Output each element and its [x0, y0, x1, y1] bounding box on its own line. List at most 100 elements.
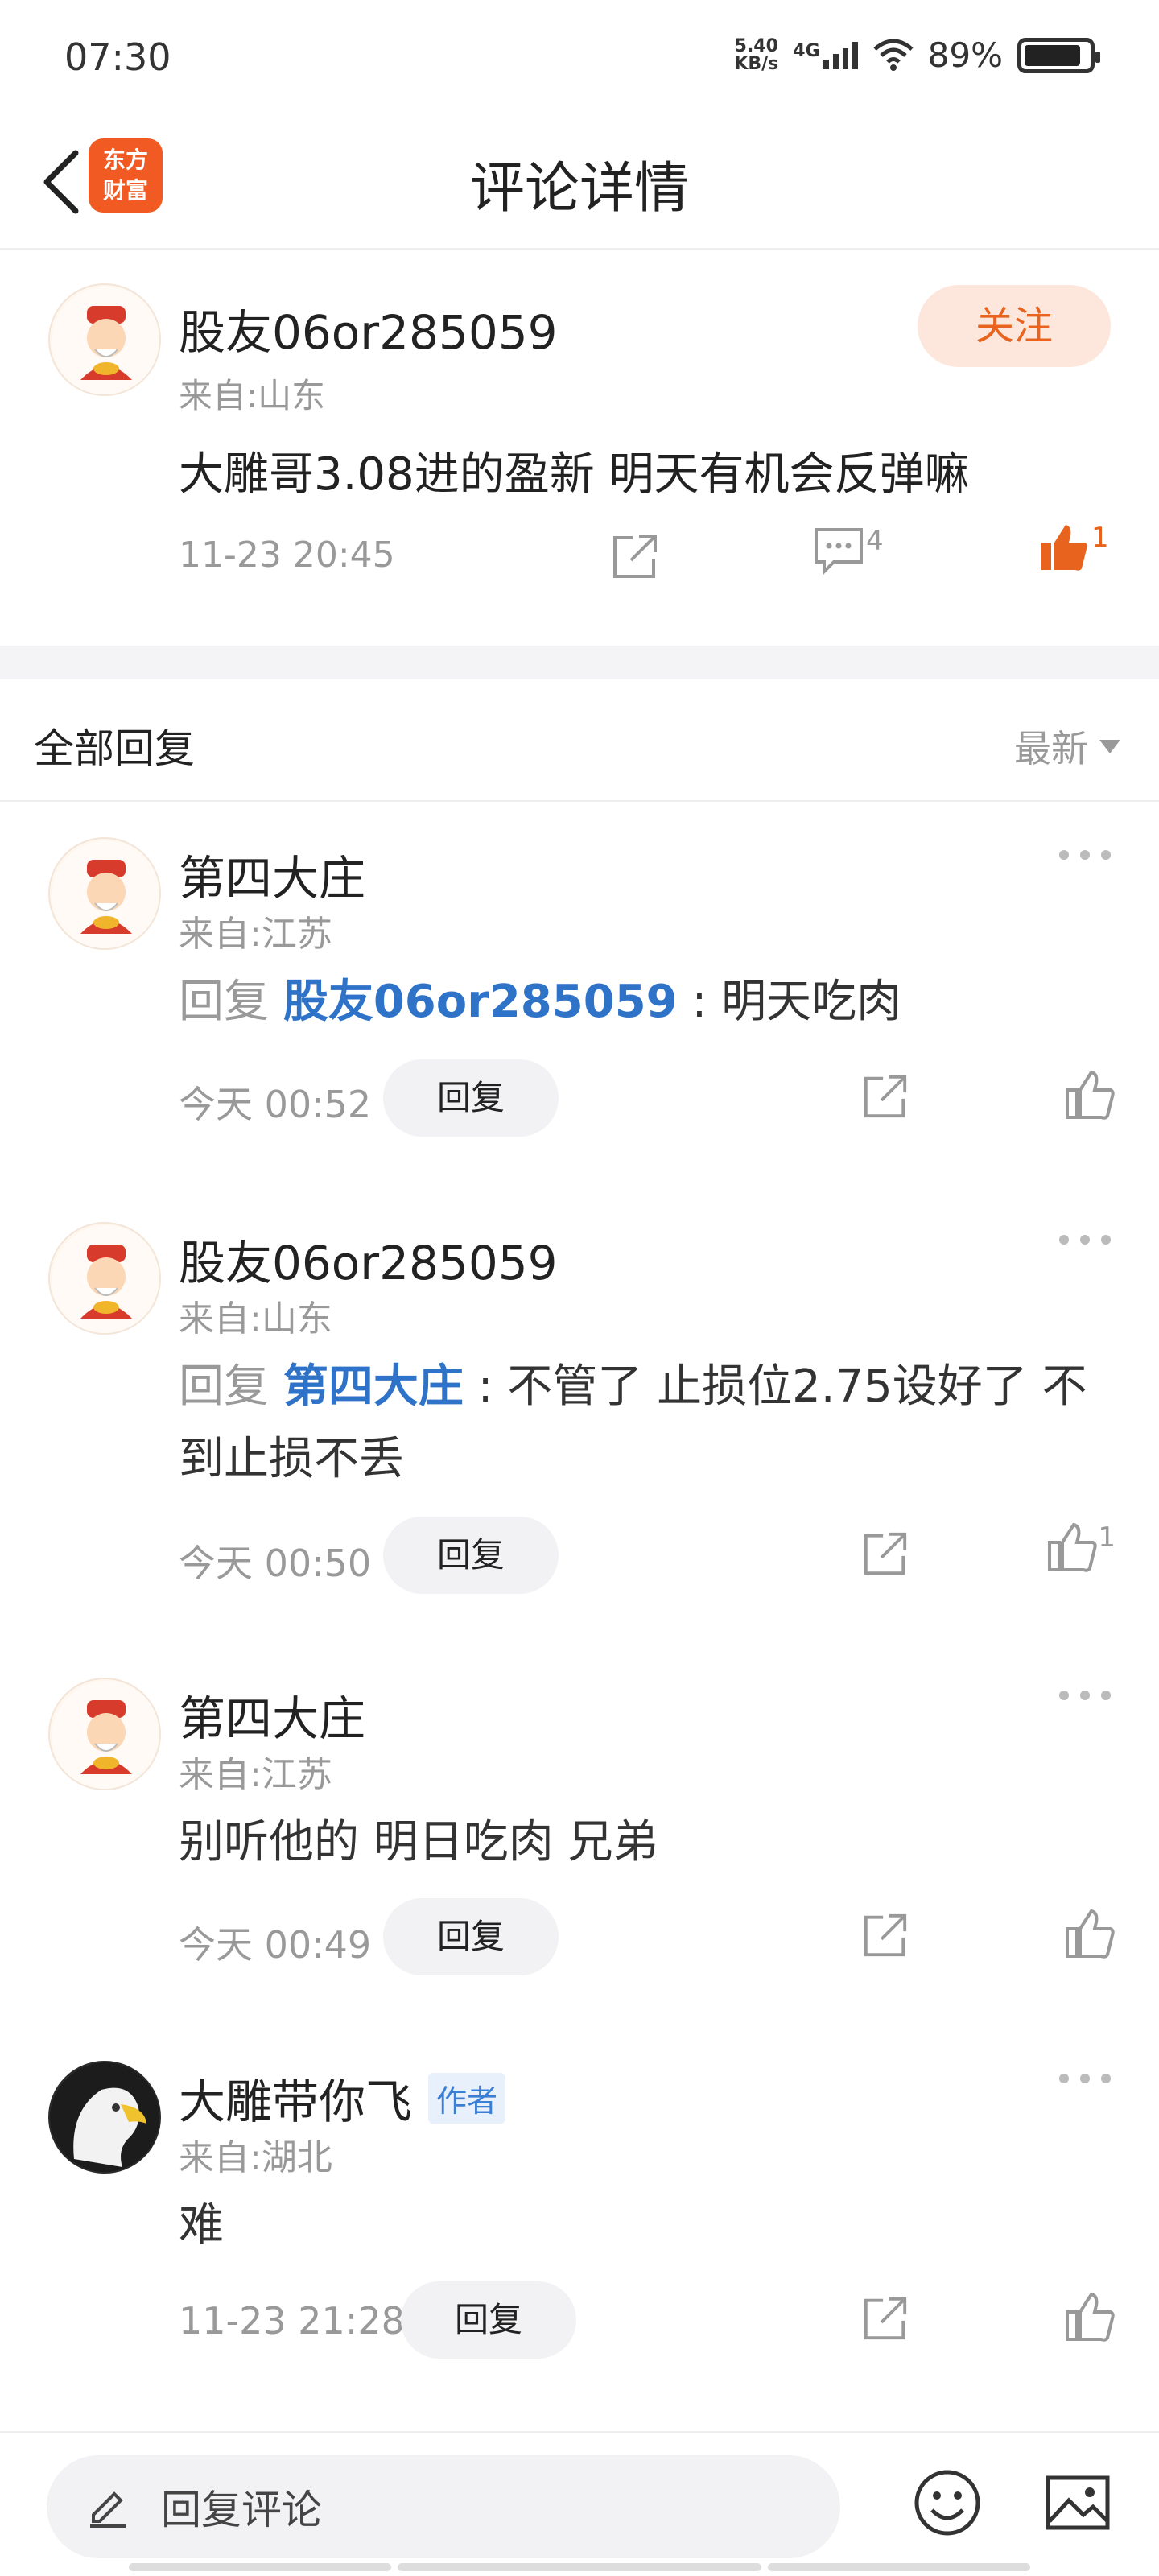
reply-item: 第四大庄 来自:江苏 回复 股友06or285059 : 明天吃肉 今天 00:…: [0, 802, 1159, 1180]
avatar[interactable]: [48, 1222, 161, 1335]
follow-button[interactable]: 关注: [918, 285, 1111, 367]
reply-item: 第四大庄 来自:江苏 别听他的 明日吃肉 兄弟 今天 00:49 回复: [0, 1642, 1159, 2021]
share-icon: [864, 1913, 907, 1957]
nav-indicator: [129, 2563, 391, 2571]
post-time: 11-23 20:45: [179, 535, 395, 576]
status-bar: 07:30 5.40 KB/s 4G 89%: [0, 0, 1159, 121]
main-post: 股友06or285059 来自:山东 关注 大雕哥3.08进的盈新 明天有机会反…: [0, 251, 1159, 646]
like-button[interactable]: [1064, 1908, 1116, 1959]
share-button[interactable]: [861, 1072, 909, 1124]
replies-header: 全部回复 最新: [0, 679, 1159, 802]
like-button[interactable]: [1064, 2291, 1116, 2343]
avatar-eagle-icon: [50, 2062, 159, 2172]
reply-text: 难: [179, 2199, 224, 2252]
reply-comment-input[interactable]: 回复评论: [47, 2455, 840, 2558]
nav-indicator: [398, 2563, 761, 2571]
more-options-button[interactable]: [1059, 850, 1111, 860]
reply-time: 今天 00:52: [179, 1083, 372, 1126]
thumbs-up-icon: [1066, 2292, 1115, 2342]
thumbs-up-icon: [1048, 1522, 1098, 1572]
post-username[interactable]: 股友06or285059: [179, 295, 558, 362]
wifi-icon: [873, 39, 914, 71]
avatar[interactable]: [48, 1678, 161, 1790]
share-icon: [864, 2297, 907, 2340]
like-button[interactable]: 1: [1038, 522, 1109, 573]
thumbs-up-icon: [1066, 1070, 1115, 1120]
share-button[interactable]: [610, 531, 660, 581]
sort-dropdown[interactable]: 最新: [1014, 720, 1120, 773]
battery-fill: [1025, 44, 1081, 66]
reply-time: 11-23 21:28: [179, 2299, 405, 2343]
avatar-caishen-icon: [52, 1225, 159, 1333]
like-count: 1: [1091, 522, 1109, 554]
comment-button[interactable]: 4: [813, 525, 884, 575]
image-icon: [1046, 2475, 1110, 2530]
sort-label: 最新: [1014, 727, 1088, 770]
reply-item: 大雕带你飞 作者 来自:湖北 难 11-23 21:28 回复: [0, 2025, 1159, 2412]
thumbs-up-filled-icon: [1041, 525, 1087, 571]
bottom-bar: 回复评论: [0, 2431, 1159, 2576]
signal-icon: 4G: [793, 41, 858, 69]
share-icon: [613, 535, 657, 578]
reply-location: 来自:江苏: [179, 1754, 332, 1795]
more-options-button[interactable]: [1059, 1235, 1111, 1245]
comment-icon: [815, 528, 863, 575]
replies-title: 全部回复: [34, 725, 195, 772]
caret-down-icon: [1099, 739, 1120, 753]
reply-button[interactable]: 回复: [383, 1898, 559, 1975]
battery-percent: 89%: [927, 35, 1003, 75]
reply-item: 股友06or285059 来自:山东 回复 第四大庄 : 不管了 止损位2.75…: [0, 1187, 1159, 1645]
reply-button[interactable]: 回复: [383, 1059, 559, 1137]
mention-link[interactable]: 第四大庄: [283, 1360, 464, 1413]
share-icon: [864, 1075, 907, 1118]
reply-time: 今天 00:49: [179, 1923, 372, 1967]
section-divider: [0, 646, 1159, 679]
reply-location: 来自:湖北: [179, 2137, 332, 2178]
reply-username[interactable]: 第四大庄: [179, 1681, 365, 1748]
reply-button[interactable]: 回复: [401, 2281, 576, 2359]
mention-link[interactable]: 股友06or285059: [283, 976, 678, 1028]
share-button[interactable]: [861, 1530, 909, 1581]
avatar-caishen-icon: [52, 1681, 159, 1789]
post-text: 大雕哥3.08进的盈新 明天有机会反弹嘛: [179, 448, 970, 501]
image-button[interactable]: [1043, 2468, 1112, 2541]
reply-button[interactable]: 回复: [383, 1517, 559, 1594]
post-location: 来自:山东: [179, 376, 326, 415]
avatar-caishen-icon: [52, 287, 159, 394]
like-button[interactable]: [1064, 1069, 1116, 1121]
status-icons: 5.40 KB/s 4G 89%: [734, 35, 1100, 75]
smiley-icon: [914, 2470, 980, 2536]
reply-text: 回复 第四大庄 : 不管了 止损位2.75设好了 不到止损不丢: [179, 1360, 1087, 1485]
avatar-caishen-icon: [52, 840, 159, 948]
more-options-button[interactable]: [1059, 1690, 1111, 1700]
share-icon: [864, 1532, 907, 1575]
top-nav: 东方 财富 评论详情: [0, 121, 1159, 250]
page-title: 评论详情: [469, 157, 689, 221]
comment-count: 4: [866, 525, 884, 557]
battery-icon: [1017, 37, 1100, 73]
share-button[interactable]: [861, 2294, 909, 2346]
reply-username[interactable]: 股友06or285059: [179, 1225, 558, 1293]
avatar[interactable]: [48, 837, 161, 950]
reply-text: 回复 股友06or285059 : 明天吃肉: [179, 976, 902, 1028]
reply-username[interactable]: 大雕带你飞 作者: [179, 2064, 506, 2132]
share-button[interactable]: [861, 1911, 909, 1963]
avatar[interactable]: [48, 2061, 161, 2174]
reply-text: 别听他的 明日吃肉 兄弟: [179, 1816, 658, 1868]
emoji-button[interactable]: [913, 2468, 982, 2541]
reply-time: 今天 00:50: [179, 1542, 372, 1585]
reply-username[interactable]: 第四大庄: [179, 840, 365, 908]
status-time: 07:30: [64, 35, 171, 79]
reply-location: 来自:江苏: [179, 914, 332, 955]
more-options-button[interactable]: [1059, 2074, 1111, 2083]
net-speed: 5.40 KB/s: [734, 35, 779, 74]
thumbs-up-icon: [1066, 1909, 1115, 1959]
nav-indicator: [768, 2563, 1030, 2571]
reply-comment-placeholder: 回复评论: [161, 2487, 322, 2533]
pencil-icon: [90, 2491, 126, 2528]
author-badge: 作者: [428, 2072, 506, 2124]
like-button[interactable]: 1: [1046, 1521, 1116, 1573]
avatar[interactable]: [48, 283, 161, 396]
like-count: 1: [1098, 1521, 1116, 1554]
reply-location: 来自:山东: [179, 1298, 332, 1340]
